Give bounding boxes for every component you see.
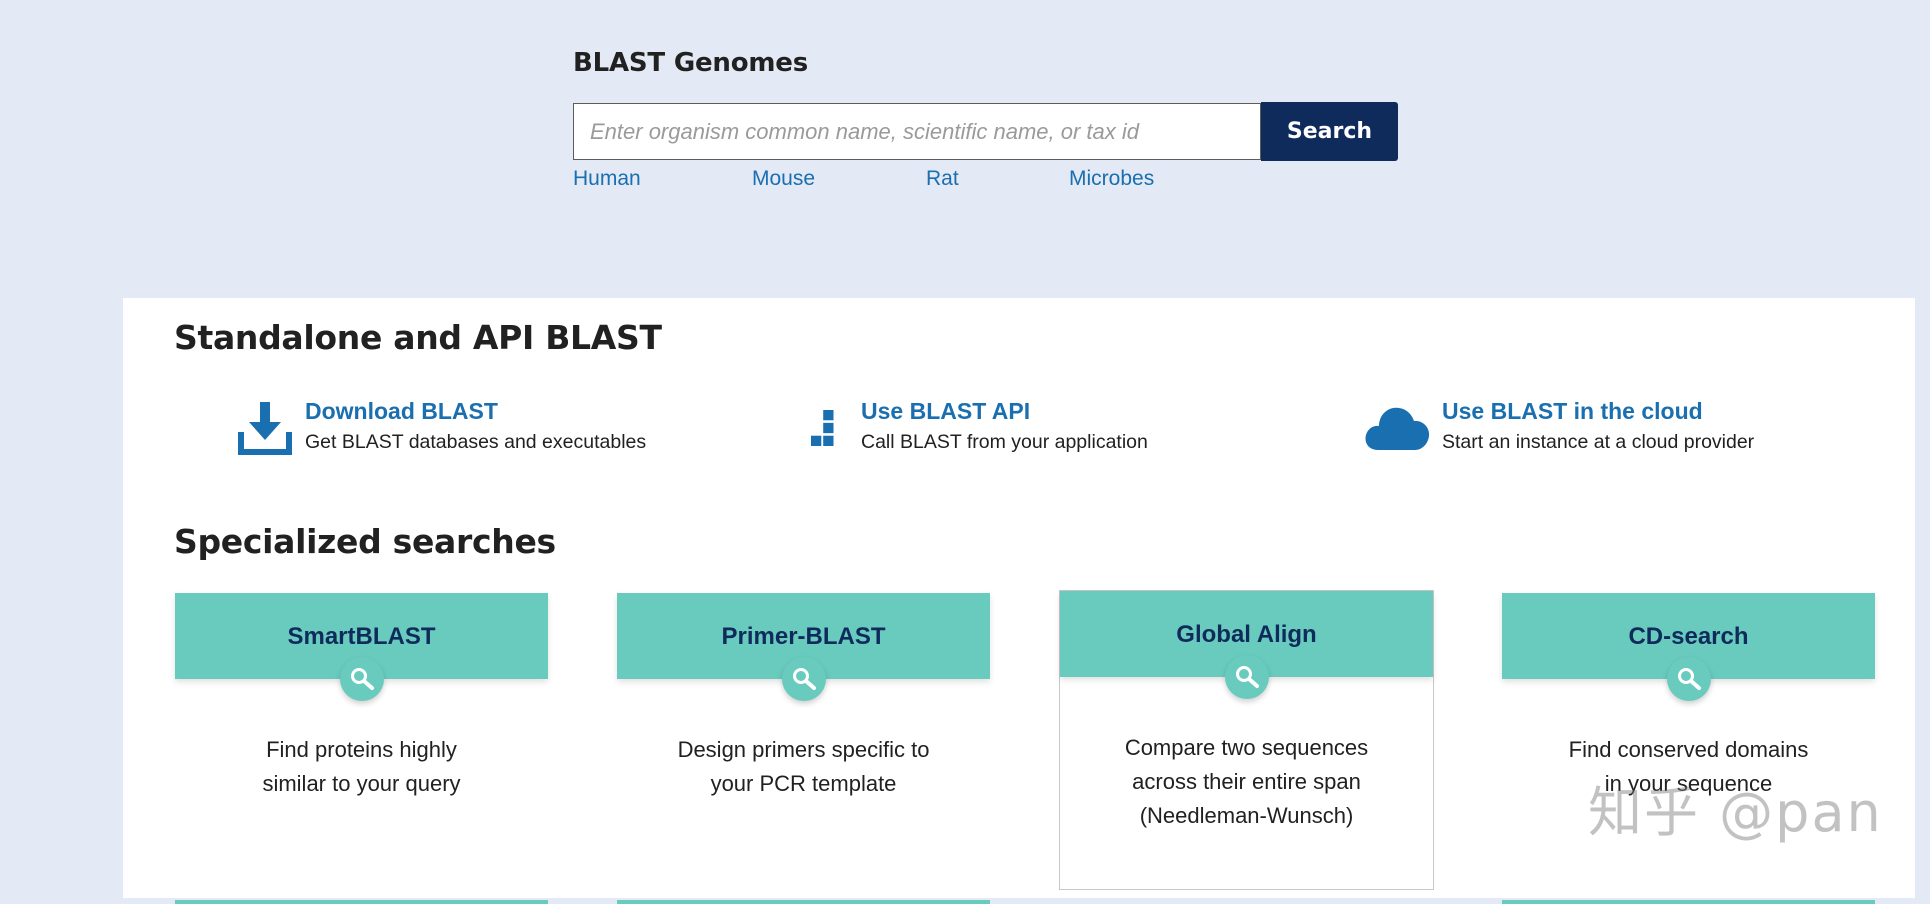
card-description: Compare two sequences across their entir… [1080,731,1413,833]
card-title: SmartBLAST [287,623,436,650]
link-rat[interactable]: Rat [926,167,959,191]
card-header: Primer-BLAST [617,593,990,701]
card-desc-line: Design primers specific to [677,737,930,762]
blast-cloud-link[interactable]: Use BLAST in the cloud [1442,398,1754,425]
card-desc-line: Find conserved domains [1568,737,1809,762]
blast-api-link[interactable]: Use BLAST API [861,398,1148,425]
card-description: Design primers specific to your PCR temp… [637,733,970,801]
card-desc-line: across their entire span [1132,769,1361,794]
download-blast-link[interactable]: Download BLAST [305,398,646,425]
link-mouse[interactable]: Mouse [752,167,815,191]
card-footer-bar [617,900,990,904]
card-primer-blast[interactable]: Primer-BLAST Design primers specific to … [617,593,990,904]
card-desc-line: similar to your query [262,771,461,796]
card-title: Global Align [1176,621,1317,648]
card-desc-line: Compare two sequences [1124,735,1369,760]
magnifier-icon [339,657,384,701]
card-global-align[interactable]: Global Align Compare two sequences acros… [1060,591,1433,889]
card-title: CD-search [1628,623,1749,650]
download-blast-item[interactable]: Download BLAST Get BLAST databases and e… [237,398,646,456]
blast-api-desc: Call BLAST from your application [861,431,1148,453]
watermark: 知乎 @pan [1588,781,1883,844]
standalone-title: Standalone and API BLAST [174,318,662,357]
organism-search-input[interactable] [573,103,1261,160]
download-blast-desc: Get BLAST databases and executables [305,431,647,453]
card-desc-line: your PCR template [710,771,897,796]
card-desc-line: Find proteins highly [266,737,457,762]
main-panel: Standalone and API BLAST Download BLAST … [123,298,1915,904]
card-footer-bar [175,900,548,904]
magnifier-icon [1666,657,1711,701]
cloud-icon [1365,407,1430,450]
link-microbes[interactable]: Microbes [1069,167,1154,191]
magnifier-icon [1224,655,1269,699]
card-footer-bar [1502,900,1875,904]
download-icon [238,402,292,455]
genome-search-form: Search [573,102,1398,161]
card-header: CD-search [1502,593,1875,701]
card-header: SmartBLAST [175,593,548,701]
magnifier-icon [781,657,826,701]
blast-genomes-section: BLAST Genomes Search Human Mouse Rat Mic… [573,48,1403,190]
card-header: Global Align [1060,591,1433,699]
specialized-title: Specialized searches [174,522,556,561]
card-description: Find proteins highly similar to your que… [195,733,528,801]
card-cd-search[interactable]: CD-search Find conserved domains in your… [1502,593,1875,904]
blast-cloud-desc: Start an instance at a cloud provider [1442,431,1755,453]
search-button[interactable]: Search [1261,102,1398,161]
card-desc-line: (Needleman-Wunsch) [1139,803,1354,828]
card-title: Primer-BLAST [721,623,886,650]
blast-cloud-item[interactable]: Use BLAST in the cloud Start an instance… [1364,398,1754,454]
organism-quick-links: Human Mouse Rat Microbes [573,167,1403,197]
link-human[interactable]: Human [573,167,641,191]
api-blocks-icon [811,410,834,446]
blast-api-item[interactable]: Use BLAST API Call BLAST from your appli… [811,398,1148,456]
blast-genomes-title: BLAST Genomes [573,48,808,78]
card-smartblast[interactable]: SmartBLAST Find proteins highly similar … [175,593,548,904]
